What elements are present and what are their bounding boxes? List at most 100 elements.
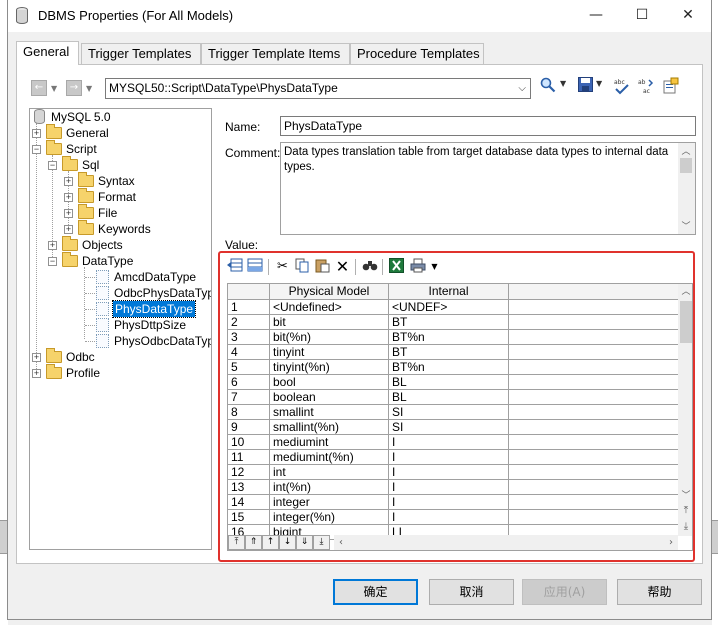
table-row[interactable]: 1 <Undefined> <UNDEF> — [228, 300, 678, 315]
physical-model-cell[interactable]: tinyint — [270, 345, 389, 360]
datatype-grid[interactable]: Physical Model Internal 1 <Undefined> <UND… — [227, 283, 693, 551]
internal-cell[interactable]: BT — [389, 345, 509, 360]
replace-icon[interactable]: ab ac — [637, 77, 655, 97]
path-combobox[interactable]: MYSQL50::Script\DataType\PhysDataType ⌵ — [105, 78, 531, 99]
empty-cell[interactable] — [509, 495, 678, 510]
table-row[interactable]: 9 smallint(%n) SI — [228, 420, 678, 435]
table-row[interactable]: 11 mediumint(%n) I — [228, 450, 678, 465]
table-row[interactable]: 10 mediumint I — [228, 435, 678, 450]
tab-trigger-templates[interactable]: Trigger Templates — [81, 43, 201, 64]
table-row[interactable]: 2 bit BT — [228, 315, 678, 330]
table-row[interactable]: 3 bit(%n) BT%n — [228, 330, 678, 345]
copy-icon[interactable] — [294, 258, 311, 275]
insert-row-icon[interactable] — [226, 258, 243, 275]
ok-button[interactable]: 确定 — [333, 579, 418, 605]
empty-cell[interactable] — [509, 345, 678, 360]
expand-icon[interactable]: + — [32, 353, 41, 362]
expand-icon[interactable]: + — [64, 177, 73, 186]
internal-cell[interactable]: SI — [389, 405, 509, 420]
physical-model-cell[interactable]: boolean — [270, 390, 389, 405]
collapse-icon[interactable]: − — [48, 257, 57, 266]
internal-cell[interactable]: I — [389, 450, 509, 465]
internal-cell[interactable]: BL — [389, 375, 509, 390]
find-icon[interactable] — [361, 258, 378, 275]
physical-model-cell[interactable]: int — [270, 465, 389, 480]
collapse-icon[interactable]: − — [32, 145, 41, 154]
properties-icon[interactable] — [662, 77, 680, 97]
physical-model-cell[interactable]: smallint(%n) — [270, 420, 389, 435]
back-dropdown-icon[interactable]: ▼ — [51, 84, 57, 93]
scroll-down-icon[interactable]: ﹀ — [678, 219, 694, 233]
internal-cell[interactable]: BT — [389, 315, 509, 330]
empty-cell[interactable] — [509, 480, 678, 495]
scroll-page-up-icon[interactable]: ⤒ — [678, 504, 692, 518]
table-row[interactable]: 5 tinyint(%n) BT%n — [228, 360, 678, 375]
chevron-down-icon[interactable]: ⌵ — [518, 79, 526, 98]
grid-vertical-scrollbar[interactable]: ︿ ﹀ ⤒ ⤓ — [678, 284, 692, 536]
forward-arrow-icon[interactable]: → — [66, 80, 82, 96]
tab-general[interactable]: General — [16, 41, 79, 65]
maximize-button[interactable]: ☐ — [619, 0, 665, 31]
physical-model-cell[interactable]: bool — [270, 375, 389, 390]
physical-model-cell[interactable]: smallint — [270, 405, 389, 420]
empty-cell[interactable] — [509, 315, 678, 330]
tab-procedure-templates[interactable]: Procedure Templates — [350, 43, 484, 64]
search-dropdown-icon[interactable]: ▼ — [560, 79, 566, 88]
scroll-thumb[interactable] — [680, 158, 692, 173]
table-row[interactable]: 13 int(%n) I — [228, 480, 678, 495]
apply-button[interactable]: 应用(A) — [522, 579, 607, 605]
expand-icon[interactable]: + — [48, 241, 57, 250]
expand-icon[interactable]: + — [64, 225, 73, 234]
physical-model-cell[interactable]: int(%n) — [270, 480, 389, 495]
empty-cell[interactable] — [509, 435, 678, 450]
internal-cell[interactable]: <UNDEF> — [389, 300, 509, 315]
comment-scrollbar[interactable]: ︿ ﹀ — [678, 143, 695, 234]
comment-field[interactable]: Data types translation table from target… — [280, 142, 696, 235]
internal-cell[interactable]: BT%n — [389, 360, 509, 375]
move-page-down-icon[interactable]: ⇓ — [296, 535, 313, 550]
grid-horizontal-scrollbar[interactable]: ‹ › — [334, 535, 678, 550]
move-down-icon[interactable]: ↓ — [279, 535, 296, 550]
cancel-button[interactable]: 取消 — [429, 579, 514, 605]
table-row[interactable]: 8 smallint SI — [228, 405, 678, 420]
minimize-button[interactable]: — — [573, 0, 619, 31]
move-top-icon[interactable]: ⤒ — [228, 535, 245, 550]
move-bottom-icon[interactable]: ⤓ — [313, 535, 330, 550]
back-arrow-icon[interactable]: ← — [31, 80, 47, 96]
table-row[interactable]: 6 bool BL — [228, 375, 678, 390]
expand-icon[interactable]: + — [32, 129, 41, 138]
print-dropdown-icon[interactable]: ▼ — [426, 258, 443, 275]
empty-cell[interactable] — [509, 420, 678, 435]
help-button[interactable]: 帮助 — [617, 579, 702, 605]
expand-icon[interactable]: + — [64, 193, 73, 202]
scroll-page-down-icon[interactable]: ⤓ — [678, 520, 692, 534]
scroll-right-icon[interactable]: › — [664, 535, 678, 550]
internal-cell[interactable]: I — [389, 435, 509, 450]
save-dropdown-icon[interactable]: ▼ — [596, 79, 602, 88]
physical-model-cell[interactable]: integer — [270, 495, 389, 510]
collapse-icon[interactable]: − — [48, 161, 57, 170]
physical-model-cell[interactable]: integer(%n) — [270, 510, 389, 525]
expand-icon[interactable]: + — [32, 369, 41, 378]
close-button[interactable]: ✕ — [665, 0, 711, 31]
paste-icon[interactable] — [314, 258, 331, 275]
empty-cell[interactable] — [509, 375, 678, 390]
empty-cell[interactable] — [509, 465, 678, 480]
table-row[interactable]: 7 boolean BL — [228, 390, 678, 405]
empty-cell[interactable] — [509, 330, 678, 345]
physical-model-cell[interactable]: tinyint(%n) — [270, 360, 389, 375]
empty-cell[interactable] — [509, 510, 678, 525]
scroll-left-icon[interactable]: ‹ — [334, 535, 348, 550]
save-icon[interactable] — [576, 77, 594, 97]
print-icon[interactable] — [409, 258, 426, 275]
move-page-up-icon[interactable]: ⇑ — [245, 535, 262, 550]
move-up-icon[interactable]: ↑ — [262, 535, 279, 550]
internal-cell[interactable]: I — [389, 480, 509, 495]
search-icon[interactable] — [539, 77, 557, 97]
physical-model-cell[interactable]: mediumint(%n) — [270, 450, 389, 465]
forward-dropdown-icon[interactable]: ▼ — [86, 84, 92, 93]
empty-cell[interactable] — [509, 390, 678, 405]
scroll-up-icon[interactable]: ︿ — [678, 144, 694, 158]
physical-model-cell[interactable]: bit(%n) — [270, 330, 389, 345]
table-row[interactable]: 4 tinyint BT — [228, 345, 678, 360]
